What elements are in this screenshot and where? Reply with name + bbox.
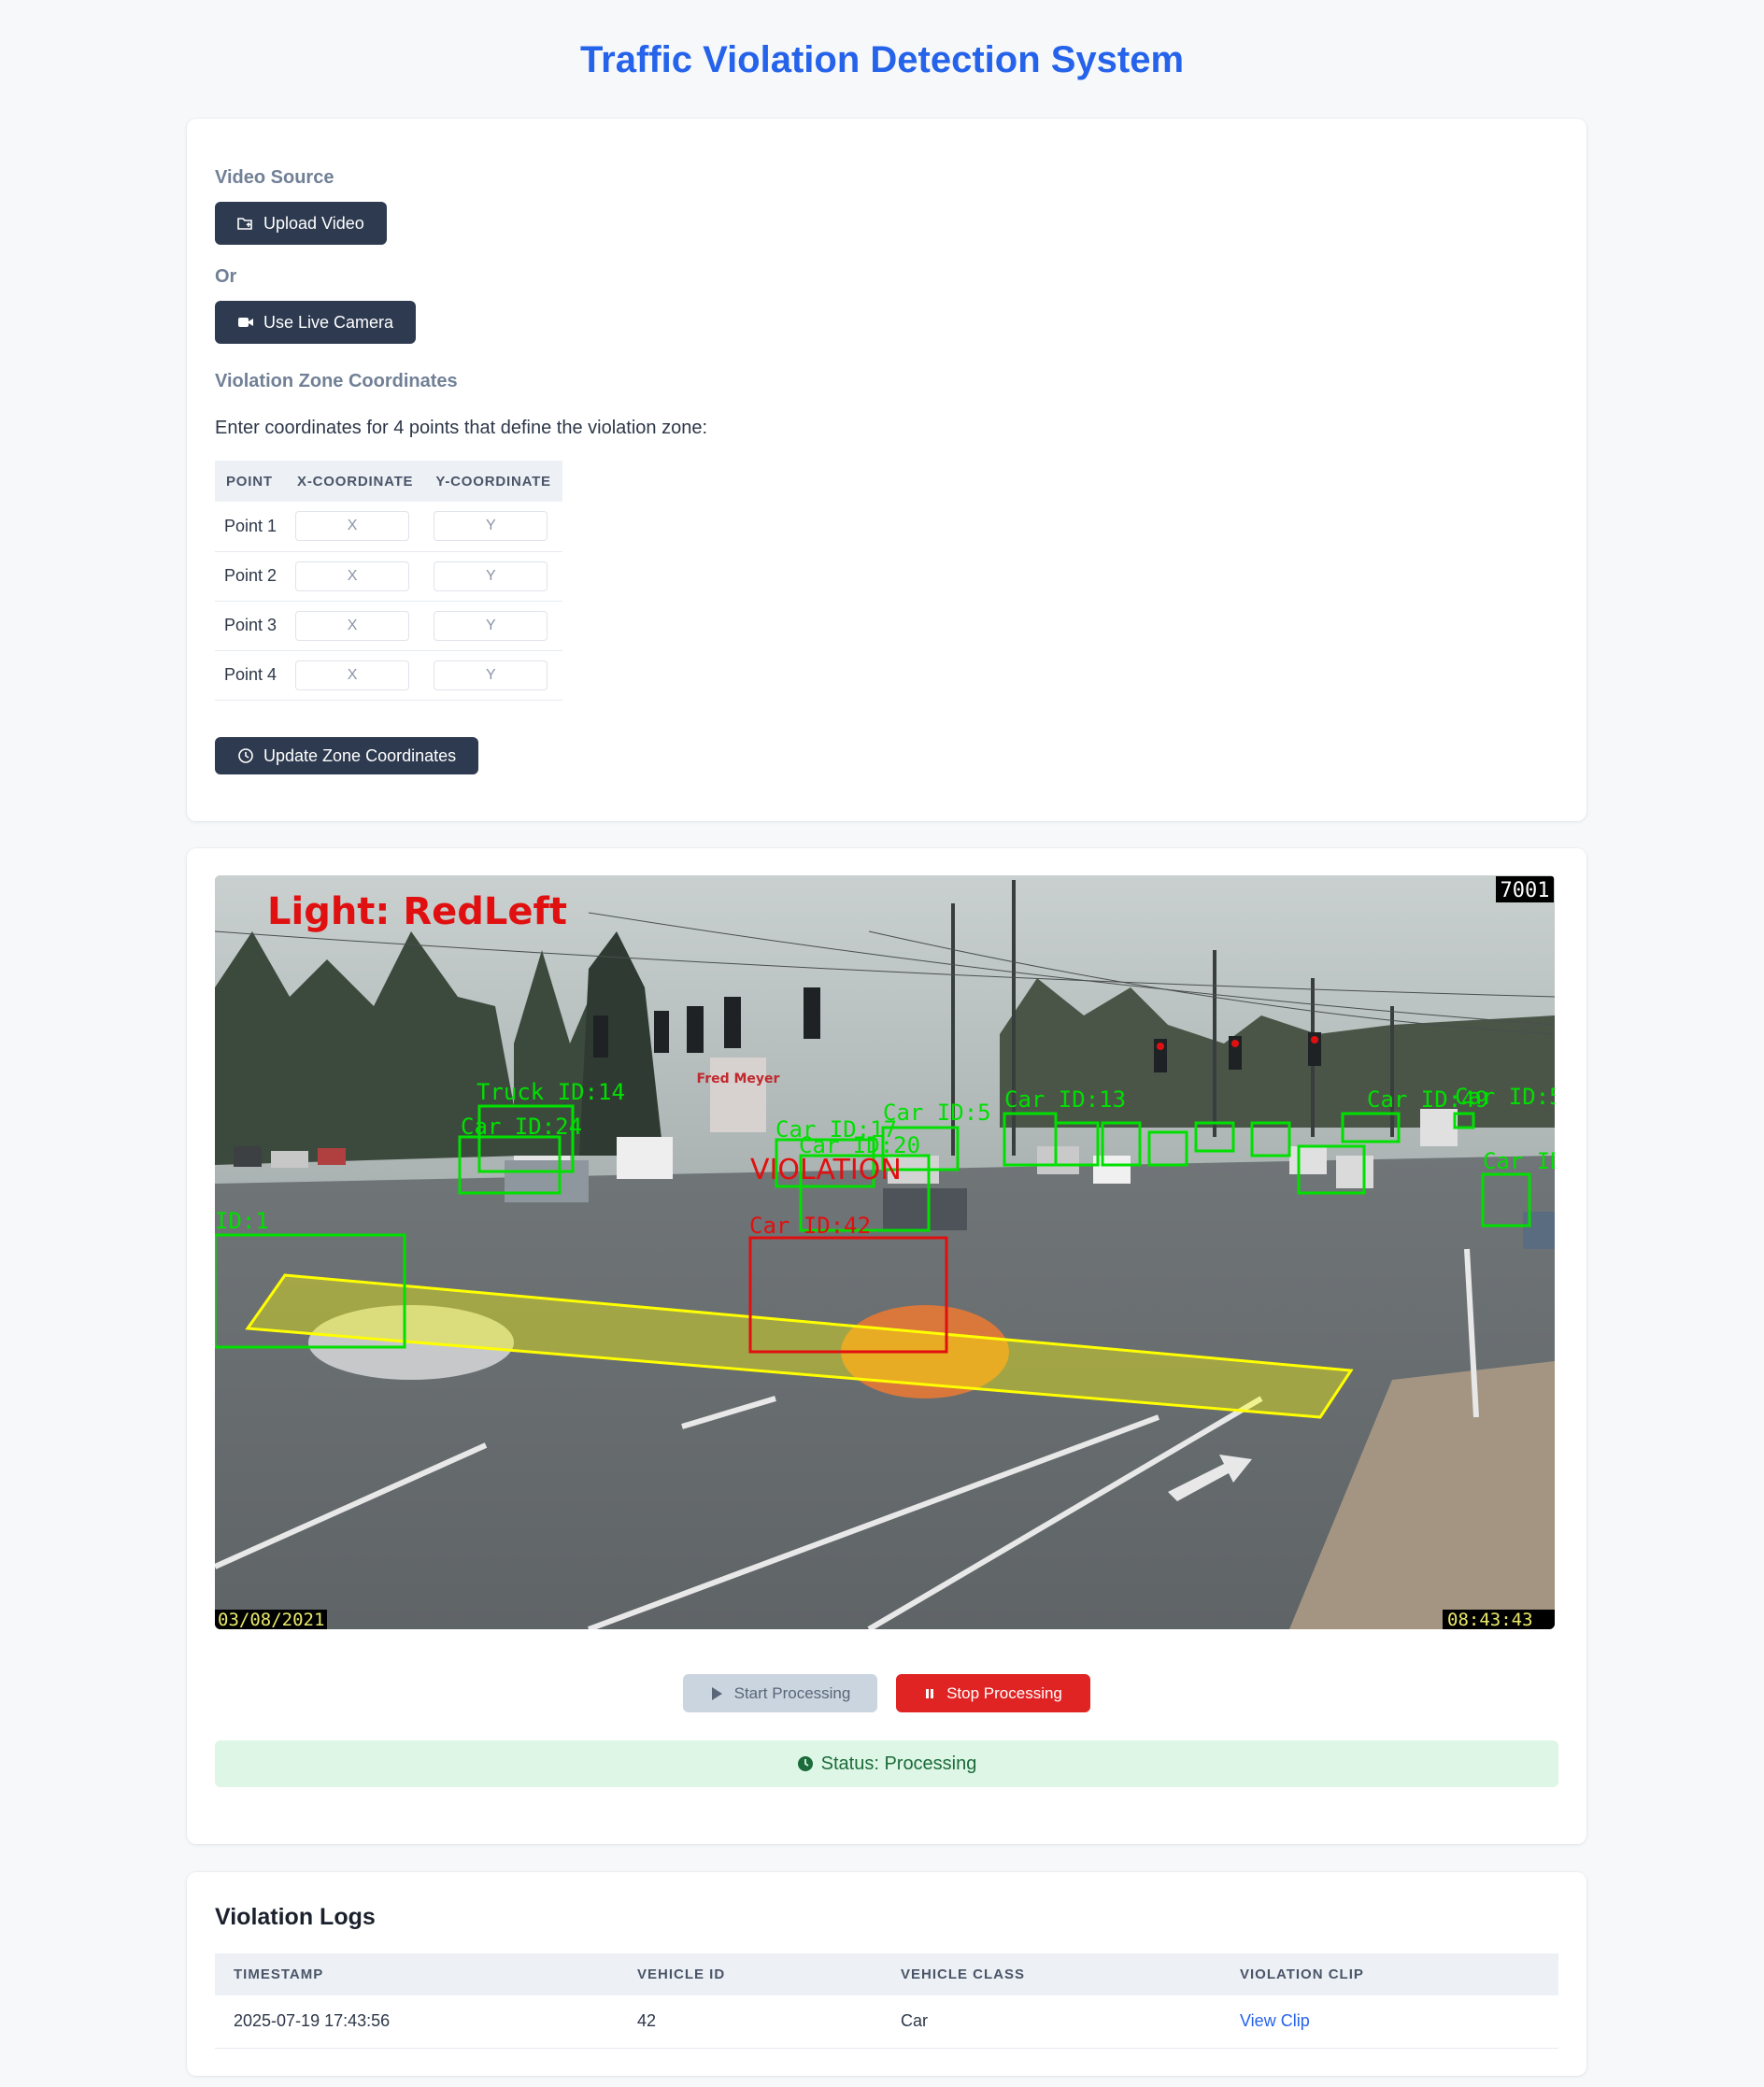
- violation-logs-card: Violation Logs TIMESTAMP VEHICLE ID VEHI…: [187, 1872, 1586, 2076]
- svg-text:Fred Meyer: Fred Meyer: [697, 1072, 780, 1086]
- video-card: Fred Meyer Truck ID:14 Car ID:24 Car ID:…: [187, 848, 1586, 1844]
- violation-logs-table: TIMESTAMP VEHICLE ID VEHICLE CLASS VIOLA…: [215, 1953, 1558, 2049]
- detection-label: Car ID:50: [1455, 1084, 1555, 1110]
- config-card: Video Source Upload Video Or Use Live Ca…: [187, 119, 1586, 821]
- update-zone-button[interactable]: Update Zone Coordinates: [215, 737, 479, 774]
- header-x-coordinate: X-COORDINATE: [286, 461, 425, 502]
- point-row: Point 3: [215, 601, 562, 651]
- detection-label: Truck ID:14: [477, 1079, 625, 1105]
- point-label: Point 1: [215, 502, 287, 552]
- use-live-camera-label: Use Live Camera: [263, 312, 394, 332]
- pause-icon: [926, 1688, 934, 1698]
- detection-label: ID:1: [215, 1208, 269, 1234]
- detection-label: Car ID: [1483, 1148, 1555, 1174]
- time-stamp: 08:43:43: [1447, 1610, 1533, 1629]
- detection-label: Car ID:5: [883, 1100, 991, 1126]
- status-bar: Status: Processing: [215, 1740, 1558, 1787]
- clock-icon: [797, 1756, 813, 1771]
- clock-icon: [238, 748, 253, 763]
- play-icon: [711, 1686, 722, 1700]
- point-row: Point 4: [215, 650, 562, 701]
- update-zone-label: Update Zone Coordinates: [263, 745, 457, 765]
- point-1-y-input[interactable]: [434, 511, 548, 542]
- start-processing-button[interactable]: Start Processing: [683, 1674, 877, 1712]
- coordinate-table: POINT X-COORDINATE Y-COORDINATE Point 1 …: [215, 461, 562, 701]
- video-camera-icon: [238, 318, 253, 327]
- stop-processing-button[interactable]: Stop Processing: [896, 1674, 1090, 1712]
- page-title: Traffic Violation Detection System: [579, 39, 1185, 80]
- start-processing-label: Start Processing: [733, 1683, 851, 1702]
- point-4-y-input[interactable]: [434, 660, 548, 690]
- point-2-x-input[interactable]: [295, 561, 410, 591]
- point-row: Point 1: [215, 502, 562, 552]
- status-text: Status: Processing: [820, 1753, 977, 1774]
- header-vehicle-id: VEHICLE ID: [619, 1953, 882, 1995]
- or-label: Or: [215, 266, 237, 287]
- point-label: Point 4: [215, 650, 287, 701]
- view-clip-link[interactable]: View Clip: [1240, 2011, 1310, 2030]
- header-vehicle-class: VEHICLE CLASS: [882, 1953, 1221, 1995]
- video-frame-image: Fred Meyer Truck ID:14 Car ID:24 Car ID:…: [215, 875, 1555, 1629]
- use-live-camera-button[interactable]: Use Live Camera: [215, 301, 417, 344]
- point-2-y-input[interactable]: [434, 561, 548, 591]
- point-row: Point 2: [215, 551, 562, 602]
- zone-instructions: Enter coordinates for 4 points that defi…: [215, 418, 708, 438]
- violation-text: VIOLATION: [750, 1154, 902, 1186]
- point-label: Point 2: [215, 551, 287, 602]
- frame-number: 7001: [1501, 879, 1550, 902]
- header-timestamp: TIMESTAMP: [215, 1953, 619, 1995]
- upload-video-label: Upload Video: [263, 213, 364, 233]
- log-vehicle-id: 42: [619, 1995, 882, 2049]
- point-label: Point 3: [215, 601, 287, 651]
- video-source-label: Video Source: [215, 167, 334, 188]
- folder-upload-icon: [237, 218, 252, 230]
- logs-title: Violation Logs: [215, 1904, 376, 1930]
- point-3-x-input[interactable]: [295, 610, 410, 641]
- log-timestamp: 2025-07-19 17:43:56: [215, 1995, 619, 2049]
- point-3-y-input[interactable]: [434, 610, 548, 641]
- coordinate-table-header: POINT X-COORDINATE Y-COORDINATE: [215, 461, 562, 502]
- light-status-text: Light: RedLeft: [267, 890, 567, 933]
- date-stamp: 03/08/2021: [218, 1610, 324, 1629]
- header-violation-clip: VIOLATION CLIP: [1221, 1953, 1558, 1995]
- log-vehicle-class: Car: [882, 1995, 1221, 2049]
- stop-processing-label: Stop Processing: [946, 1683, 1062, 1702]
- header-point: POINT: [215, 461, 287, 502]
- logs-header-row: TIMESTAMP VEHICLE ID VEHICLE CLASS VIOLA…: [215, 1953, 1558, 1995]
- detection-label: Car ID:13: [1004, 1086, 1126, 1113]
- detection-label: Car ID:42: [749, 1213, 871, 1239]
- table-row: 2025-07-19 17:43:56 42 Car View Clip: [215, 1995, 1558, 2049]
- video-feed[interactable]: Fred Meyer Truck ID:14 Car ID:24 Car ID:…: [215, 875, 1555, 1629]
- processing-controls: Start Processing Stop Processing: [187, 1674, 1586, 1712]
- point-1-x-input[interactable]: [295, 511, 410, 542]
- point-4-x-input[interactable]: [295, 660, 410, 690]
- detection-label: Car ID:24: [461, 1114, 582, 1140]
- zone-coordinates-label: Violation Zone Coordinates: [215, 371, 458, 391]
- upload-video-button[interactable]: Upload Video: [215, 202, 387, 245]
- header-y-coordinate: Y-COORDINATE: [424, 461, 562, 502]
